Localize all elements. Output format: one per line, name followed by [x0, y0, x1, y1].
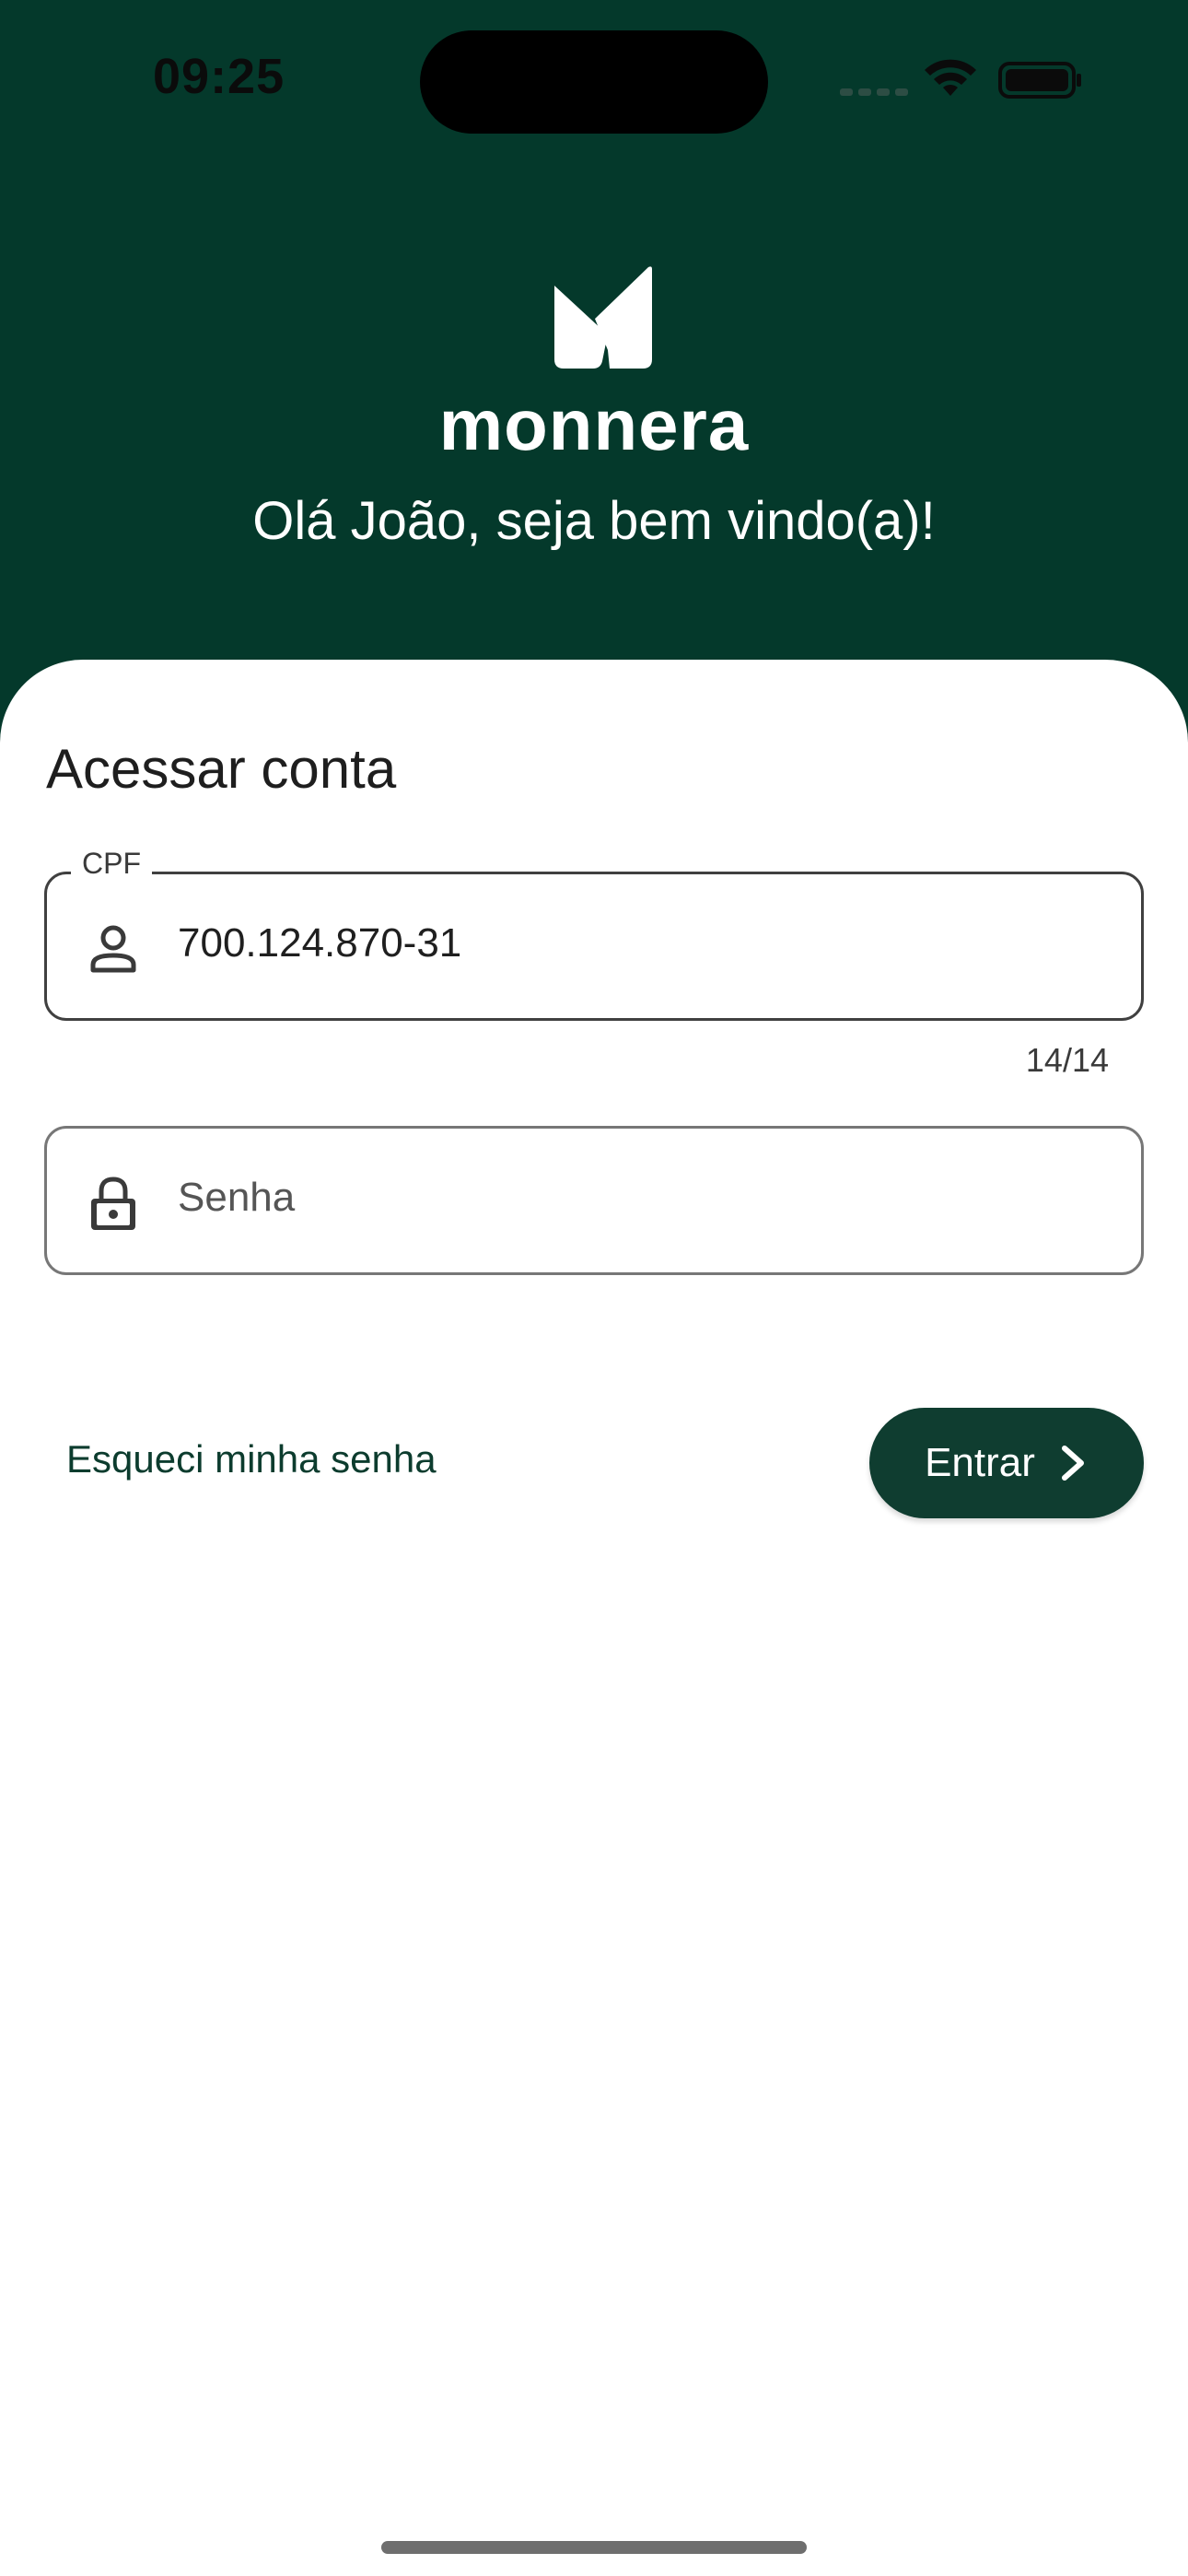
login-screen: 09:25 monnera Olá João, seja bem vindo(a… — [0, 0, 1188, 2576]
home-indicator[interactable] — [381, 2541, 807, 2554]
status-time: 09:25 — [153, 49, 285, 104]
monnera-logo-icon — [554, 266, 652, 369]
chevron-right-icon — [1061, 1446, 1084, 1481]
dynamic-island — [420, 30, 768, 134]
password-input[interactable] — [178, 1175, 1099, 1221]
password-field[interactable] — [44, 1126, 1144, 1275]
brand-logo-text: monnera — [438, 384, 750, 465]
cpf-input[interactable] — [178, 920, 1099, 966]
person-icon — [90, 925, 136, 973]
login-submit-label: Entrar — [925, 1440, 1035, 1485]
forgot-password-link[interactable]: Esqueci minha senha — [66, 1437, 437, 1481]
lock-icon — [91, 1177, 135, 1230]
cellular-signal-icon — [840, 88, 908, 96]
wifi-icon — [925, 59, 976, 96]
cpf-field[interactable]: CPF — [44, 847, 1144, 1021]
welcome-greeting: Olá João, seja bem vindo(a)! — [252, 491, 936, 551]
login-title: Acessar conta — [46, 738, 397, 800]
cpf-char-counter: 14/14 — [1025, 1041, 1109, 1079]
login-submit-button[interactable]: Entrar — [869, 1408, 1144, 1518]
cpf-field-label: CPF — [71, 847, 152, 881]
battery-icon — [998, 62, 1081, 99]
